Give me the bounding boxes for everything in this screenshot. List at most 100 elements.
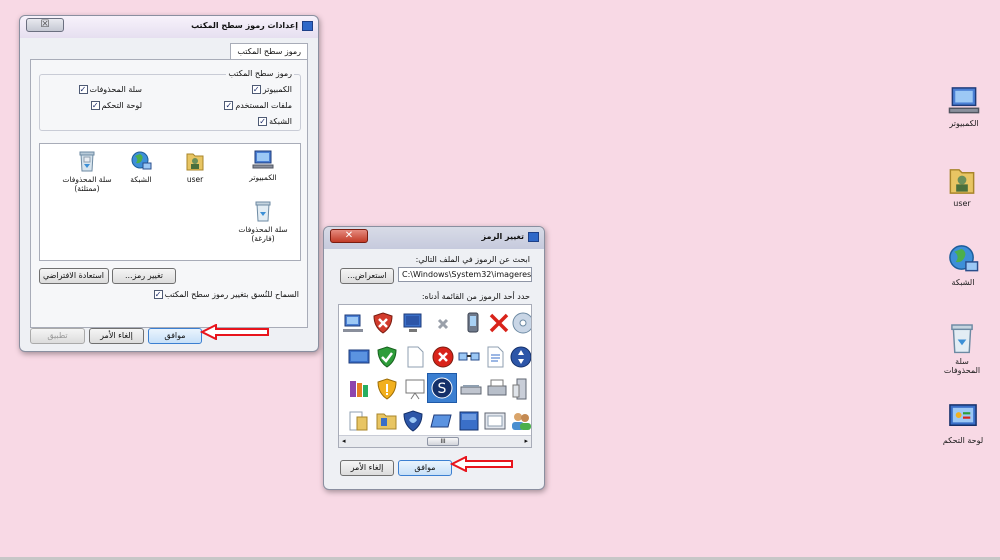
desktop-icon-computer[interactable]: الكمبيوتر: [938, 86, 990, 128]
error-circle-icon[interactable]: [431, 345, 455, 369]
window-icon: [302, 21, 313, 31]
checkbox-computer-label: الكمبيوتر: [262, 85, 292, 94]
change-icon-titlebar[interactable]: ✕ تغيير الرمز: [324, 227, 544, 249]
checkbox-recycle-bin-box[interactable]: ✓: [78, 85, 88, 94]
tower-icon[interactable]: [509, 377, 532, 401]
settings-titlebar[interactable]: ☒ إعدادات رموز سطح المكتب: [20, 16, 318, 38]
horizontal-scrollbar[interactable]: ◂ III ▸: [339, 435, 531, 447]
globe-arrows-icon[interactable]: [509, 345, 532, 369]
mobile-device-icon[interactable]: [461, 311, 485, 335]
change-icon-close-button[interactable]: ✕: [330, 229, 368, 243]
shield-x-icon[interactable]: [371, 311, 395, 335]
checkbox-user-files-label: ملفات المستخدم: [235, 101, 292, 110]
network-icon: [949, 245, 979, 272]
desktop-icon-control-panel-label: لوحة التحكم: [942, 436, 984, 445]
recycle-bin-empty-icon: [255, 201, 271, 222]
disc-icon[interactable]: [511, 311, 532, 335]
tab-desktop-icons[interactable]: رموز سطح المكتب: [230, 43, 308, 59]
checkbox-network-box[interactable]: ✓: [258, 117, 268, 126]
monitor-ribbon-icon[interactable]: [347, 345, 371, 369]
help-icon: S: [431, 377, 453, 399]
recycle-bin-full-icon: [79, 151, 95, 172]
annotation-arrow-settings: [200, 324, 269, 340]
preview-recycle-bin-full[interactable]: سلة المحذوفات (ممتلئة): [58, 150, 116, 193]
settings-cancel-button[interactable]: إلغاء الأمر: [89, 328, 144, 344]
desktop-icon-network[interactable]: الشبكة: [937, 243, 989, 287]
change-icon-ok-button[interactable]: موافق: [398, 460, 452, 476]
checkbox-recycle-bin[interactable]: ✓ سلة المحذوفات: [78, 85, 143, 94]
control-panel-icon: [949, 404, 977, 426]
scrollbar-thumb-grip: III: [440, 438, 446, 445]
change-icon-dialog: ✕ تغيير الرمز ابحث عن الرموز في الملف ال…: [323, 226, 545, 490]
preview-computer[interactable]: الكمبيوتر: [234, 150, 292, 182]
presentation-icon[interactable]: [403, 377, 427, 401]
checkbox-recycle-bin-label: سلة المحذوفات: [89, 85, 143, 94]
window-icon: [528, 232, 539, 242]
icon-grid[interactable]: S ◂ III ▸: [338, 304, 532, 448]
settings-close-button[interactable]: ☒: [26, 18, 64, 32]
allow-themes-label: السماح للنُسق بتغيير رموز سطح المكتب: [164, 290, 299, 299]
tab-label: رموز سطح المكتب: [237, 47, 301, 56]
card-icon[interactable]: [429, 409, 453, 433]
monitor-icon[interactable]: [401, 311, 425, 335]
select-icon-label: حدد أحد الرموز من القائمة أدناه:: [421, 292, 530, 301]
checkbox-user-files[interactable]: ✓ ملفات المستخدم: [224, 101, 292, 110]
small-x-icon[interactable]: [431, 311, 455, 335]
network-connection-icon[interactable]: [457, 345, 481, 369]
desktop-icon-network-label: الشبكة: [951, 278, 975, 287]
desktop-icon-recycle-bin[interactable]: سلة المحذوفات: [936, 322, 988, 375]
monitor-ribbon-icon[interactable]: [341, 311, 365, 335]
checkbox-network[interactable]: ✓ الشبكة: [258, 117, 292, 126]
desktop-icon-control-panel[interactable]: لوحة التحكم: [937, 403, 989, 445]
panel-icon[interactable]: [457, 409, 481, 433]
settings-apply-button: تطبيق: [30, 328, 85, 344]
restore-default-button[interactable]: استعادة الافتراضي: [39, 268, 109, 284]
groupbox-label: رموز سطح المكتب: [226, 69, 294, 78]
selected-icon-cell[interactable]: S: [427, 373, 457, 403]
allow-themes-checkbox-box[interactable]: ✓: [153, 290, 163, 299]
scrollbar-thumb[interactable]: III: [427, 437, 459, 446]
tab-page: رموز سطح المكتب ✓ الكمبيوتر ✓ سلة المحذو…: [30, 59, 308, 328]
checkbox-computer[interactable]: ✓ الكمبيوتر: [251, 85, 292, 94]
user-folder-icon: [949, 169, 975, 194]
users-icon[interactable]: [509, 409, 532, 433]
preview-computer-label: الكمبيوتر: [249, 173, 277, 182]
scanner-icon[interactable]: [459, 377, 483, 401]
allow-themes-checkbox[interactable]: ✓ السماح للنُسق بتغيير رموز سطح المكتب: [153, 290, 299, 299]
change-icon-button[interactable]: تغيير رمز...: [112, 268, 176, 284]
red-x-icon[interactable]: [487, 311, 511, 335]
shield-blue-icon[interactable]: [401, 409, 425, 433]
settings-title: إعدادات رموز سطح المكتب: [191, 21, 298, 30]
scroll-right-arrow[interactable]: ▸: [524, 437, 528, 445]
checkbox-network-label: الشبكة: [269, 117, 292, 126]
printer-icon[interactable]: [485, 377, 509, 401]
checkbox-computer-box[interactable]: ✓: [251, 85, 261, 94]
checkbox-user-files-box[interactable]: ✓: [224, 101, 234, 110]
media-icon[interactable]: [347, 377, 371, 401]
document-icon[interactable]: [403, 345, 427, 369]
computer-icon: [948, 87, 980, 114]
folder-icon[interactable]: [375, 409, 399, 433]
preview-network-label: الشبكة: [130, 175, 152, 184]
desktop-icon-user-label: user: [953, 199, 971, 208]
shield-check-icon[interactable]: [375, 345, 399, 369]
file-path-input[interactable]: C:\Windows\System32\imageres.dll: [398, 267, 532, 282]
checkbox-control-panel-box[interactable]: ✓: [90, 101, 100, 110]
preview-user[interactable]: user: [166, 150, 224, 184]
desktop-icon-recycle-bin-label: سلة المحذوفات: [943, 357, 981, 375]
desktop-icon-user[interactable]: user: [936, 164, 988, 208]
settings-ok-button[interactable]: موافق: [148, 328, 202, 344]
change-icon-cancel-button[interactable]: إلغاء الأمر: [340, 460, 394, 476]
text-document-icon[interactable]: [483, 345, 507, 369]
browse-button[interactable]: استعراض...: [340, 268, 394, 284]
preview-recycle-bin-empty[interactable]: سلة المحذوفات (فارغة): [234, 200, 292, 243]
preview-network[interactable]: الشبكة: [112, 150, 170, 184]
shield-warning-icon[interactable]: [375, 377, 399, 401]
icon-preview-list[interactable]: الكمبيوتر user الشبكة سلة المحذوفات (ممت…: [39, 143, 301, 261]
scroll-left-arrow[interactable]: ◂: [342, 437, 346, 445]
window-frame-icon[interactable]: [483, 409, 507, 433]
file-path-value: C:\Windows\System32\imageres.dll: [402, 270, 532, 279]
checkbox-control-panel[interactable]: ✓ لوحة التحكم: [90, 101, 142, 110]
folder-document-icon[interactable]: [347, 409, 371, 433]
search-file-label: ابحث عن الرموز في الملف التالي:: [415, 255, 530, 264]
